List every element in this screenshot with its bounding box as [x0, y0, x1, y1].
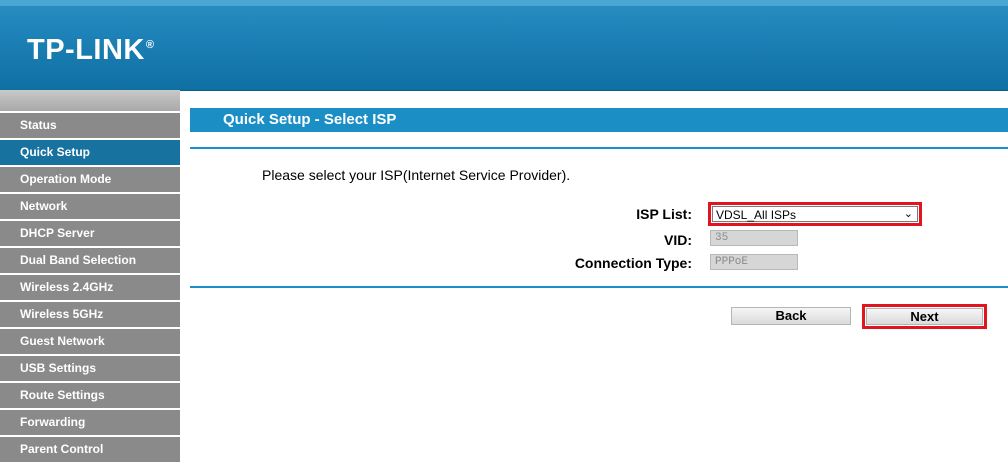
sidebar-item-wireless-5ghz[interactable]: Wireless 5GHz [0, 302, 180, 329]
sidebar-item-forwarding[interactable]: Forwarding [0, 410, 180, 437]
sidebar-item-route-settings[interactable]: Route Settings [0, 383, 180, 410]
vid-field: 35 [710, 230, 798, 246]
sidebar-item-quick-setup[interactable]: Quick Setup [0, 140, 180, 167]
sidebar-item-status[interactable]: Status [0, 113, 180, 140]
divider-top [190, 147, 1008, 149]
sidebar-item-operation-mode[interactable]: Operation Mode [0, 167, 180, 194]
divider-bottom [190, 286, 1008, 288]
main-content: Quick Setup - Select ISP Please select y… [180, 90, 1008, 454]
sidebar-top-strip [0, 90, 180, 113]
registered-mark: ® [145, 39, 155, 52]
logo-text: TP-LINK [27, 34, 145, 66]
connection-type-field: PPPoE [710, 254, 798, 270]
isp-list-value: VDSL_All ISPs [716, 208, 797, 222]
connection-type-label: Connection Type: [574, 255, 692, 271]
chevron-down-icon: ⌄ [903, 208, 913, 220]
next-button[interactable]: Next [866, 308, 983, 325]
sidebar-item-dual-band-selection[interactable]: Dual Band Selection [0, 248, 180, 275]
isp-list-highlight: VDSL_All ISPs ⌄ [708, 202, 922, 226]
page-title: Quick Setup - Select ISP [190, 108, 1008, 132]
instruction-text: Please select your ISP(Internet Service … [262, 167, 571, 183]
next-button-highlight: Next [862, 304, 987, 329]
sidebar-item-parent-control[interactable]: Parent Control [0, 437, 180, 464]
back-button[interactable]: Back [731, 307, 851, 325]
sidebar-item-wireless-24ghz[interactable]: Wireless 2.4GHz [0, 275, 180, 302]
vid-label: VID: [664, 232, 692, 248]
isp-list-select[interactable]: VDSL_All ISPs ⌄ [712, 206, 918, 222]
sidebar-item-dhcp-server[interactable]: DHCP Server [0, 221, 180, 248]
header-top-line [0, 0, 1008, 6]
header-bar: TP-LINK® [0, 0, 1008, 91]
tp-link-logo: TP-LINK® [27, 34, 154, 67]
sidebar-menu: Status Quick Setup Operation Mode Networ… [0, 90, 180, 464]
sidebar-item-guest-network[interactable]: Guest Network [0, 329, 180, 356]
sidebar-item-network[interactable]: Network [0, 194, 180, 221]
isp-list-label: ISP List: [636, 206, 692, 222]
sidebar-item-usb-settings[interactable]: USB Settings [0, 356, 180, 383]
